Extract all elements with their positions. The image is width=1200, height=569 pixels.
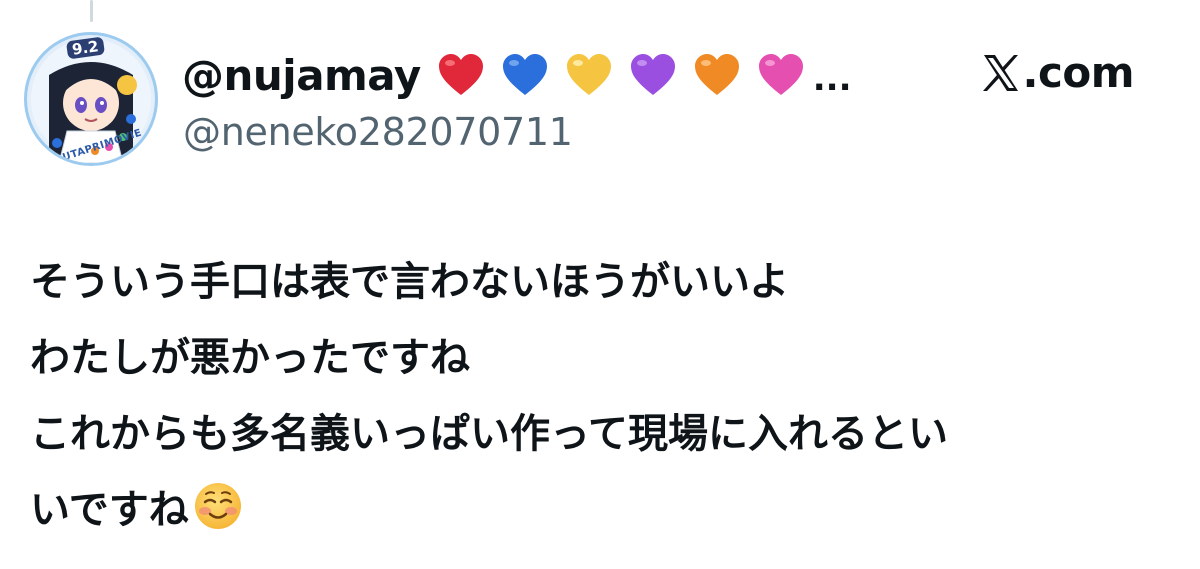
display-name[interactable]: @nujamay [182, 51, 421, 100]
x-logo-icon [981, 52, 1021, 94]
tweet-line: そういう手口は表で言わないほうがいいよ [30, 259, 790, 305]
display-name-row[interactable]: @nujamay ... [182, 46, 851, 104]
orange-heart-icon [693, 52, 741, 98]
tweet-body: そういう手口は表で言わないほうがいいよ わたしが悪かったですね これからも多名義… [30, 244, 1170, 548]
pink-heart-icon [757, 52, 805, 98]
tweet-line: これからも多名義いっぱい作って現場に入れるとい [30, 411, 948, 457]
tweet-last-line: いですね [30, 472, 1170, 548]
purple-heart-icon [629, 52, 677, 98]
thread-connector-line [90, 0, 93, 22]
user-handle[interactable]: @neneko282070711 [183, 110, 573, 154]
tweet-line-text: いですね [30, 487, 189, 533]
display-name-truncation: ... [812, 59, 852, 99]
smiling-face-with-blush-icon [193, 481, 243, 531]
tweet-line: わたしが悪かったですね [30, 335, 470, 381]
avatar[interactable]: 9.2 UTAPRIMOVIE [24, 32, 158, 166]
site-label: .com [981, 48, 1135, 97]
yellow-heart-icon [565, 52, 613, 98]
blue-heart-icon [501, 52, 549, 98]
red-heart-icon [437, 52, 485, 98]
site-text: .com [1022, 48, 1135, 97]
